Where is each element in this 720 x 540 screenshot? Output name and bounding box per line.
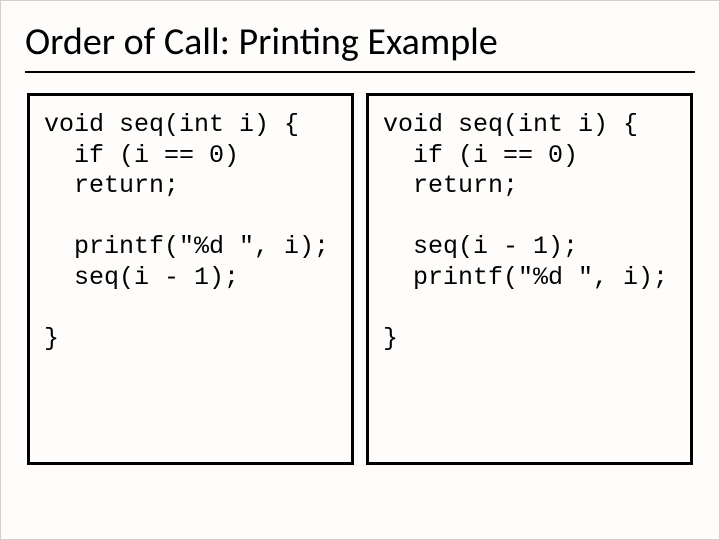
slide: Order of Call: Printing Example void seq… [0, 0, 720, 540]
code-columns: void seq(int i) { if (i == 0) return; pr… [25, 93, 695, 465]
code-left: void seq(int i) { if (i == 0) return; pr… [44, 110, 337, 354]
code-box-right: void seq(int i) { if (i == 0) return; se… [366, 93, 693, 465]
code-box-left: void seq(int i) { if (i == 0) return; pr… [27, 93, 354, 465]
code-right: void seq(int i) { if (i == 0) return; se… [383, 110, 676, 354]
title-underline [25, 71, 695, 73]
slide-title: Order of Call: Printing Example [25, 19, 695, 69]
